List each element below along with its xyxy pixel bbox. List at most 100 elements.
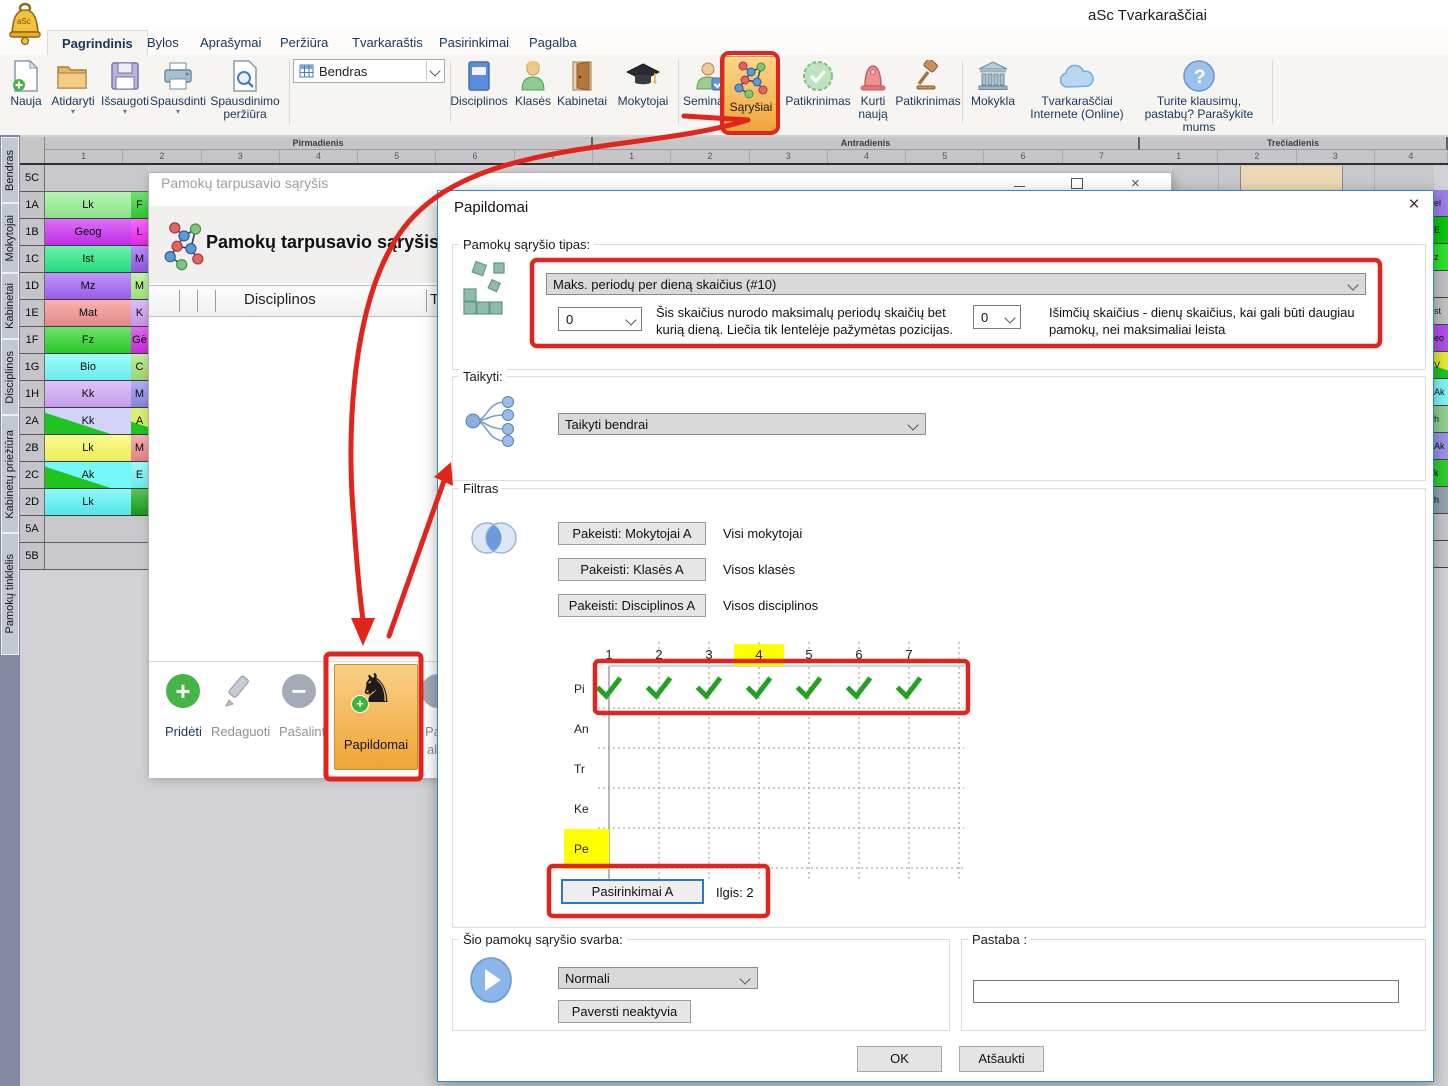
lesson-cell-fragment[interactable]: M	[131, 381, 148, 408]
note-input[interactable]	[973, 980, 1399, 1003]
close-icon[interactable]: ×	[1400, 193, 1428, 217]
generate-new-button[interactable]: Kurti naują	[852, 57, 894, 121]
print-button[interactable]: Spausdinti ▾	[150, 57, 206, 116]
row-header-5B[interactable]: 5B	[20, 543, 45, 570]
column-disciplines[interactable]: Disciplinos	[244, 291, 316, 308]
open-dropdown-arrow-icon[interactable]: ▾	[46, 108, 100, 116]
grid-check-Pi-7[interactable]	[896, 675, 922, 701]
lesson-cell[interactable]: Mat	[45, 300, 131, 327]
period-header[interactable]: 7	[1063, 150, 1141, 163]
row-header-1C[interactable]: 1C	[20, 246, 45, 273]
lesson-cell-fragment[interactable]: M	[131, 246, 148, 273]
period-header[interactable]: 6	[984, 150, 1062, 163]
remove-icon[interactable]: −	[282, 674, 316, 708]
grid-check-Pi-3[interactable]	[696, 675, 722, 701]
period-header[interactable]: 1	[1140, 150, 1218, 163]
grid-col-3[interactable]: 3	[684, 644, 734, 666]
verification-button[interactable]: Patikrinimas	[784, 57, 852, 108]
lesson-cell-fragment[interactable]: A	[131, 408, 148, 435]
change-classes-button[interactable]: Pakeisti: Klasės A	[558, 558, 706, 581]
new-button[interactable]: Nauja	[6, 57, 46, 108]
apply-dropdown[interactable]: Taikyti bendrai	[558, 413, 926, 435]
sidebar-item-mokytojai[interactable]: Mokytojai	[1, 203, 19, 273]
period-header[interactable]: 4	[1375, 150, 1448, 163]
row-header-1E[interactable]: 1E	[20, 300, 45, 327]
edit-pencil-icon[interactable]	[221, 674, 257, 710]
period-header[interactable]: 3	[1297, 150, 1375, 163]
lesson-cell-fragment[interactable]: K	[131, 300, 148, 327]
online-timetables-button[interactable]: Tvarkaraščiai Internete (Online)	[1024, 57, 1130, 121]
period-header[interactable]: 7	[515, 150, 593, 163]
change-disciplines-button[interactable]: Pakeisti: Disciplinos A	[558, 594, 706, 617]
grid-check-Pi-2[interactable]	[646, 675, 672, 701]
row-header-1A[interactable]: 1A	[20, 192, 45, 219]
tab-tvarkarastis[interactable]: Tvarkaraštis	[338, 30, 437, 55]
row-header-2C[interactable]: 2C	[20, 462, 45, 489]
period-header[interactable]: 1	[593, 150, 671, 163]
grid-check-Pi-4[interactable]	[746, 675, 772, 701]
tab-bylos[interactable]: Bylos	[133, 30, 193, 55]
grid-col-1[interactable]: 1	[584, 644, 634, 666]
teachers-button[interactable]: Mokytojai	[612, 57, 674, 108]
exceptions-spinner[interactable]: 0	[973, 305, 1021, 329]
relation-type-dropdown[interactable]: Maks. periodų per dieną skaičius (#10)	[546, 273, 1366, 295]
grid-check-Pi-6[interactable]	[846, 675, 872, 701]
lesson-cell[interactable]: Fz	[45, 327, 131, 354]
grid-row-Tr[interactable]: Tr	[564, 749, 609, 789]
row-header-1D[interactable]: 1D	[20, 273, 45, 300]
tab-pasirinkimai[interactable]: Pasirinkimai	[425, 30, 523, 55]
view-selector-combo[interactable]: Bendras	[293, 59, 445, 83]
lesson-cell-fragment[interactable]	[131, 489, 148, 516]
period-header[interactable]: 2	[123, 150, 201, 163]
grid-col-2[interactable]: 2	[634, 644, 684, 666]
cancel-button[interactable]: Atšaukti	[959, 1046, 1044, 1072]
asc-bell-logo-icon[interactable]: aSc	[6, 2, 44, 46]
max-periods-spinner[interactable]: 0	[558, 307, 642, 331]
row-header-2A[interactable]: 2A	[20, 408, 45, 435]
classrooms-button[interactable]: Kabinetai	[552, 57, 612, 108]
school-button[interactable]: Mokykla	[966, 57, 1020, 108]
row-header-1H[interactable]: 1H	[20, 381, 45, 408]
grid-row-Pe[interactable]: Pe	[564, 829, 609, 869]
grid-col-5[interactable]: 5	[784, 644, 834, 666]
sidebar-item-pamok-tinklelis[interactable]: Pamokų tinklelis	[1, 533, 19, 655]
lesson-cell-fragment[interactable]: E	[131, 462, 148, 489]
period-header[interactable]: 6	[436, 150, 514, 163]
period-header[interactable]: 2	[671, 150, 749, 163]
period-header[interactable]: 4	[828, 150, 906, 163]
sidebar-item-disciplinos[interactable]: Disciplinos	[1, 339, 19, 415]
edit-button-label[interactable]: Redaguoti	[211, 724, 270, 739]
grid-col-7[interactable]: 7	[884, 644, 934, 666]
grid-col-6[interactable]: 6	[834, 644, 884, 666]
row-header-5C[interactable]: 5C	[20, 165, 45, 192]
disciplines-button[interactable]: Disciplinos	[444, 57, 514, 108]
lesson-cell-fragment[interactable]: Gė	[131, 327, 148, 354]
advanced-button[interactable]: ♞ + Papildomai	[334, 664, 418, 770]
period-header[interactable]: 3	[750, 150, 828, 163]
period-header[interactable]: 5	[906, 150, 984, 163]
lesson-cell[interactable]: Kk	[45, 381, 131, 408]
grid-row-An[interactable]: An	[564, 709, 609, 749]
lesson-cell[interactable]: Lk	[45, 435, 131, 462]
lesson-cell-fragment[interactable]: L	[131, 219, 148, 246]
save-dropdown-arrow-icon[interactable]: ▾	[100, 108, 150, 116]
remove-button-label[interactable]: Pašalinti	[279, 724, 328, 739]
questions-feedback-button[interactable]: ? Turite klausimų, pastabų? Parašykite m…	[1130, 57, 1268, 134]
period-header[interactable]: 5	[358, 150, 436, 163]
add-icon[interactable]: +	[166, 674, 200, 708]
tab-pagalba[interactable]: Pagalba	[515, 30, 591, 55]
lesson-cell[interactable]: Geog	[45, 219, 131, 246]
save-button[interactable]: Išsaugoti ▾	[100, 57, 150, 116]
add-button-label[interactable]: Pridėti	[165, 724, 202, 739]
period-header[interactable]: 4	[280, 150, 358, 163]
lesson-cell-fragment[interactable]: C	[131, 354, 148, 381]
print-dropdown-arrow-icon[interactable]: ▾	[150, 108, 206, 116]
print-preview-button[interactable]: Spausdinimo peržiūra	[204, 57, 286, 121]
period-header[interactable]: 2	[1218, 150, 1296, 163]
importance-dropdown[interactable]: Normali	[558, 967, 758, 989]
period-header[interactable]: 1	[45, 150, 123, 163]
maximize-icon[interactable]	[1071, 178, 1083, 188]
row-header-1G[interactable]: 1G	[20, 354, 45, 381]
make-inactive-button[interactable]: Paversti neaktyvia	[558, 1000, 691, 1023]
row-header-2D[interactable]: 2D	[20, 489, 45, 516]
